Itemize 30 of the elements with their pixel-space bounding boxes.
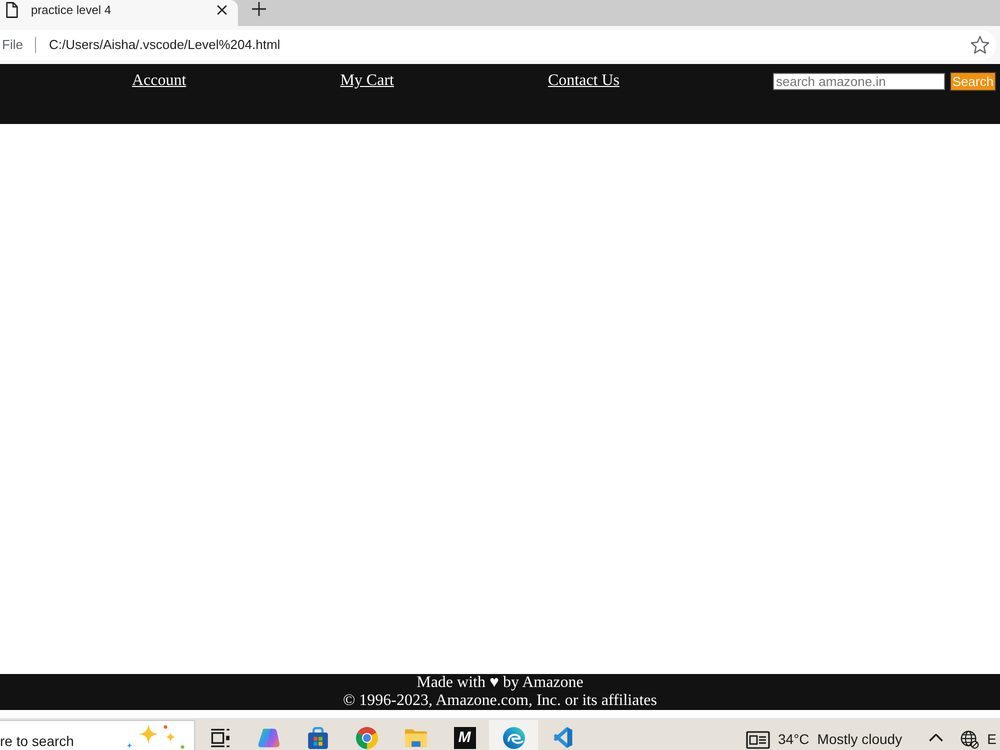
nav-link[interactable]: Contact Us	[548, 72, 620, 90]
app-logo: M	[454, 727, 476, 749]
nav-link[interactable]: Account	[132, 72, 186, 90]
folder-icon	[404, 728, 426, 748]
ribbon-icon	[552, 727, 573, 748]
language-text[interactable]: E	[987, 730, 996, 748]
address-bar[interactable]: File C:/Users/Aisha/.vscode/Level%204.html	[0, 30, 996, 60]
footer-text: Made with ♥ by Amazone	[416, 674, 584, 692]
taskbar-button[interactable]: M	[440, 720, 489, 750]
temperature-text[interactable]: 34°C	[778, 730, 810, 748]
wave-icon	[502, 727, 524, 749]
document-icon	[6, 2, 18, 18]
globe-icon[interactable]	[960, 730, 980, 749]
tricolor-circle-icon	[356, 727, 378, 749]
url-text: C:/Users/Aisha/.vscode/Level%204.html	[48, 37, 280, 53]
chevron-up-icon[interactable]	[929, 734, 944, 742]
task-view-icon	[210, 728, 230, 748]
newspaper-icon[interactable]	[746, 731, 770, 749]
browser-tab[interactable]: practice level 4	[0, 0, 238, 26]
new-tab-icon[interactable]	[252, 2, 266, 16]
weather-condition-text[interactable]: Mostly cloudy	[817, 730, 902, 748]
nav-link[interactable]: My Cart	[340, 72, 394, 90]
close-icon[interactable]	[217, 5, 227, 15]
taskbar-search-field[interactable]: re to search	[0, 720, 195, 750]
bookmark-star-icon[interactable]	[971, 36, 989, 54]
swirl-icon	[258, 727, 280, 749]
shopping-bag-icon	[306, 727, 328, 749]
scheme-label: File	[1, 37, 23, 53]
search-field[interactable]: search amazone.in	[773, 73, 945, 90]
footer-text: © 1996-2023, Amazone.com, Inc. or its affiliates	[342, 692, 657, 710]
